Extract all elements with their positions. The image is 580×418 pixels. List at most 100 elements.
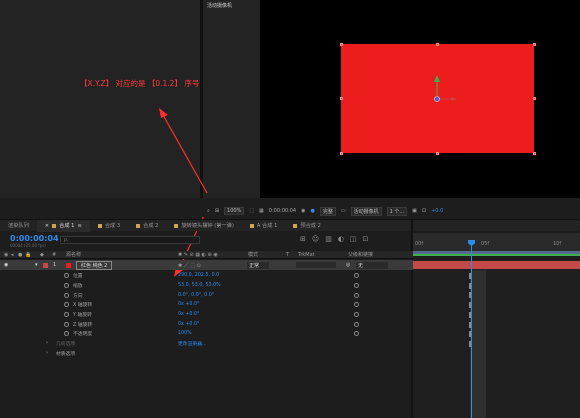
region-icon[interactable]: ⬚ [249, 208, 254, 214]
zoom-select[interactable]: 100% [224, 207, 245, 215]
quality-select[interactable]: 完整 [319, 206, 336, 216]
property-value[interactable]: 53.0, 53.0, 53.0% [178, 283, 221, 288]
stopwatch-icon[interactable] [64, 273, 69, 279]
viewer-timecode[interactable]: 0:00:00:04 [269, 208, 296, 214]
transform-handle[interactable] [339, 97, 343, 100]
property-row[interactable]: 方向 0.0°, 0.0°, 0.0° [0, 290, 413, 300]
col-parent[interactable]: 父级和链接 [348, 251, 373, 258]
twirl-icon[interactable]: ▾ [35, 262, 38, 268]
tab-render-queue[interactable]: 渲染队列 [0, 220, 37, 232]
tab-precomp-2[interactable]: 预合成 2 [285, 220, 329, 232]
trkmat-select[interactable] [296, 262, 336, 268]
group-value[interactable]: 更改渲染器... [178, 340, 207, 347]
camera-select[interactable]: 活动摄像机 [350, 206, 382, 216]
property-group-row[interactable]: › 几何选项 更改渲染器... [0, 339, 413, 349]
transform-handle[interactable] [436, 42, 439, 46]
comp-flow-icon[interactable]: ⊡ [363, 235, 369, 243]
property-pickwhip-icon[interactable] [354, 292, 359, 298]
visibility-icon[interactable]: ◉ [4, 262, 8, 268]
magnifier-icon[interactable]: ⌕ [207, 208, 210, 214]
close-icon[interactable]: × [45, 223, 49, 229]
audio-icon[interactable]: ◂ [11, 252, 14, 258]
views-select[interactable]: 1 个... [386, 206, 408, 216]
layer-row[interactable]: ◉ ▾ 1 红色 纯色 2 ✱ ／ ⬚ ⊙ 正常 ◎ 无 [0, 260, 413, 270]
eye-icon[interactable]: ◉ [4, 252, 8, 258]
property-group-row[interactable]: › 材质选项 [0, 349, 413, 359]
color-icon[interactable]: ● [310, 208, 314, 214]
property-value[interactable]: 100% [178, 331, 192, 336]
property-value[interactable]: 0.0°, 0.0°, 0.0° [178, 293, 214, 298]
stopwatch-icon[interactable] [64, 321, 69, 327]
solo-icon[interactable]: ● [18, 252, 22, 258]
property-row[interactable]: Y 轴旋转 0x +0.0° [0, 310, 413, 320]
property-pickwhip-icon[interactable] [354, 312, 359, 318]
layer-name[interactable]: 红色 纯色 2 [76, 260, 113, 270]
shy-icon[interactable]: ☺ [312, 235, 319, 243]
col-trkmat[interactable]: TrkMat [298, 252, 315, 258]
3d-icon[interactable]: ⊡ [422, 208, 426, 214]
timeline-timecode[interactable]: 0:00:00:04 [10, 234, 59, 243]
col-mode[interactable]: 模式 [248, 251, 258, 258]
stopwatch-icon[interactable] [64, 282, 69, 288]
grid-icon[interactable]: ⊞ [215, 208, 219, 214]
twirl-right-icon[interactable]: › [46, 341, 48, 346]
axis-gizmo-icon[interactable] [427, 72, 467, 112]
stopwatch-icon[interactable] [64, 302, 69, 308]
transform-handle[interactable] [532, 97, 536, 100]
stopwatch-icon[interactable] [64, 312, 69, 318]
property-row[interactable]: X 轴旋转 0x +0.0° [0, 300, 413, 310]
layer-duration-bar[interactable] [413, 261, 580, 269]
tab-pendulum[interactable]: 旋转镜头摆钟 (第一弹) [166, 220, 241, 232]
mode-select[interactable]: 正常 [247, 261, 270, 269]
transform-handle[interactable] [339, 151, 343, 155]
frame-blend-icon[interactable]: ▥ [325, 235, 332, 243]
layer-label-swatch[interactable] [43, 262, 48, 268]
property-pickwhip-icon[interactable] [354, 273, 359, 279]
layer-switches[interactable]: ✱ ／ ⬚ ⊙ [178, 262, 201, 269]
tab-comp-2[interactable]: 合成 2 [128, 220, 166, 232]
col-t[interactable]: T [286, 252, 289, 258]
lock-icon[interactable]: 🔒 [25, 252, 31, 258]
transform-handle[interactable] [532, 42, 536, 46]
label-icon[interactable]: ◆ [40, 252, 44, 258]
property-value[interactable]: 0x +0.0° [178, 302, 199, 307]
property-pickwhip-icon[interactable] [354, 321, 359, 327]
draft-3d-icon[interactable]: ⊞ [300, 235, 306, 243]
graph-editor-icon[interactable]: ◫ [350, 235, 357, 243]
tab-swatch [249, 223, 254, 228]
stopwatch-icon[interactable] [64, 292, 69, 298]
transform-handle[interactable] [339, 42, 343, 46]
motion-blur-icon[interactable]: ◐ [338, 235, 344, 243]
property-row[interactable]: 缩放 53.0, 53.0, 53.0% [0, 281, 413, 291]
transform-handle[interactable] [436, 151, 439, 155]
stopwatch-icon[interactable] [64, 331, 69, 337]
red-solid-layer[interactable] [339, 42, 536, 155]
pickwhip-icon[interactable]: ◎ [346, 262, 350, 268]
transform-handle[interactable] [532, 151, 536, 155]
camera-snapshot-icon[interactable]: ◉ [301, 208, 305, 214]
property-value[interactable]: 0x +0.0° [178, 312, 199, 317]
col-source-name[interactable]: 源名称 [66, 251, 81, 258]
tab-a-comp-1[interactable]: A 合成 1 [242, 220, 286, 232]
tab-comp-3[interactable]: 合成 3 [90, 220, 128, 232]
property-row[interactable]: Z 轴旋转 0x +0.0° [0, 320, 413, 330]
property-value[interactable]: 0x +0.0° [178, 322, 199, 327]
property-row[interactable]: 不透明度 100% [0, 329, 413, 339]
exposure-value[interactable]: +0.0 [431, 208, 443, 214]
ruler-tick: 10f [553, 241, 562, 247]
parent-select[interactable]: 无 [356, 261, 389, 269]
property-row[interactable]: 位置 290.0, 202.5, 0.0 [0, 271, 413, 281]
menu-icon[interactable]: ≡ [77, 223, 81, 229]
timeline-tracks[interactable] [413, 260, 580, 418]
property-pickwhip-icon[interactable] [354, 331, 359, 337]
property-pickwhip-icon[interactable] [354, 302, 359, 308]
switches-icons[interactable]: ✱ ✎ ⊘ ▦ ◐ ⊕ ◉ [178, 252, 218, 258]
property-pickwhip-icon[interactable] [354, 282, 359, 288]
tab-comp-1[interactable]: × 合成 1 ≡ [36, 219, 90, 232]
roi-icon[interactable]: ▭ [341, 208, 346, 214]
property-value[interactable]: 290.0, 202.5, 0.0 [178, 273, 219, 278]
layer-search-input[interactable] [60, 236, 200, 244]
twirl-right-icon[interactable]: › [46, 351, 48, 356]
transparency-icon[interactable]: ▦ [259, 208, 264, 214]
layout-icon[interactable]: ▣ [412, 208, 417, 214]
